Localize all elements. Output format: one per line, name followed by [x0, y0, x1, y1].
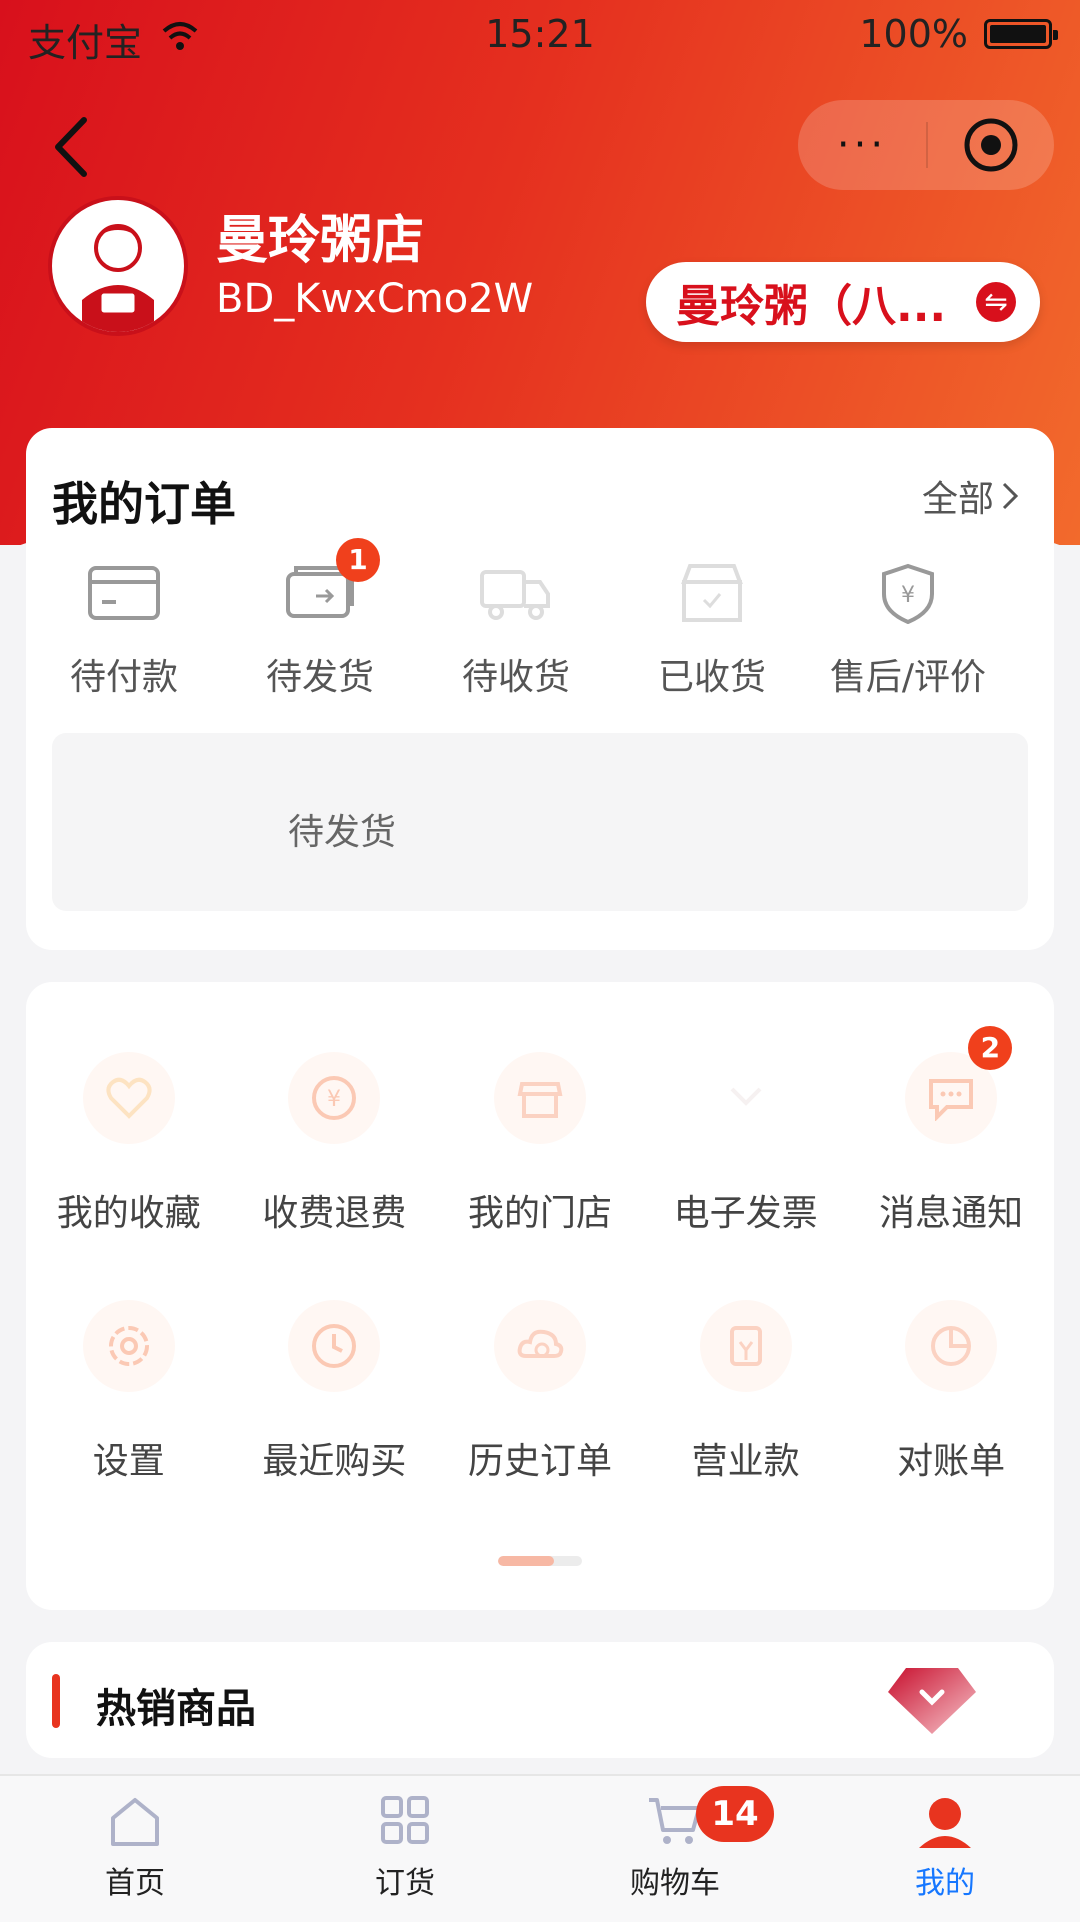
miniapp-capsule: ··· — [798, 100, 1054, 190]
heart-icon — [82, 1052, 175, 1144]
pending-shipment-text: 待发货 — [288, 812, 397, 853]
shop-name: 曼玲粥店 — [216, 211, 425, 271]
tab-label: 我的 — [915, 1866, 975, 1901]
service-notifications[interactable]: 2 消息通知 — [848, 1026, 1054, 1300]
hot-products-title: 热销商品 — [96, 1686, 256, 1732]
order-status-label: 已收货 — [657, 657, 766, 698]
shield-yen-icon: ¥ — [868, 558, 948, 628]
service-statement[interactable]: 对账单 — [848, 1300, 1054, 1548]
orders-title: 我的订单 — [52, 477, 236, 531]
service-label: 对账单 — [897, 1441, 1006, 1482]
truck-icon — [476, 558, 556, 628]
tab-label: 订货 — [375, 1866, 435, 1901]
tab-mine[interactable]: 我的 — [810, 1776, 1080, 1922]
order-status-pending-payment[interactable]: 待付款 — [26, 558, 222, 700]
record-icon — [964, 118, 1018, 172]
service-order-history[interactable]: 历史订单 — [437, 1300, 643, 1548]
service-label: 最近购买 — [262, 1441, 407, 1482]
avatar[interactable] — [48, 196, 188, 336]
more-button[interactable]: ··· — [798, 110, 926, 180]
battery-icon — [984, 19, 1058, 49]
grid-icon — [381, 1796, 429, 1844]
order-status-pending-shipment[interactable]: 1 待发货 — [222, 538, 418, 700]
chevron-left-icon — [55, 117, 87, 177]
wallet-card-icon — [84, 558, 164, 628]
pending-shipment-badge: 1 — [336, 538, 380, 582]
service-label: 设置 — [92, 1441, 165, 1482]
store-icon — [493, 1052, 586, 1144]
tab-label: 购物车 — [630, 1866, 720, 1901]
order-status-pending-receipt[interactable]: 待收货 — [418, 558, 614, 700]
cart-count-badge: 14 — [696, 1786, 774, 1842]
received-box-icon — [672, 558, 752, 628]
chevron-right-icon — [1002, 482, 1019, 510]
invoice-icon — [699, 1052, 792, 1144]
order-status-after-sales[interactable]: ¥ 售后/评价 — [810, 558, 1006, 700]
service-label: 历史订单 — [467, 1441, 612, 1482]
service-recent-purchases[interactable]: 最近购买 — [232, 1300, 438, 1548]
service-label: 电子发票 — [673, 1193, 818, 1234]
back-button[interactable] — [48, 112, 96, 182]
order-status-label: 待发货 — [265, 657, 374, 698]
section-accent-bar — [52, 1674, 60, 1728]
order-status-label: 待付款 — [69, 657, 178, 698]
pie-chart-icon — [905, 1300, 998, 1392]
settings-icon — [82, 1300, 175, 1392]
user-icon — [919, 1798, 971, 1848]
services-grid: 我的收藏 ¥ 收费退费 我的门店 电子发票 2 消息通知 设置 最近购买 历史订… — [26, 1026, 1054, 1548]
all-orders-link[interactable]: 全部 — [922, 470, 1020, 522]
services-row: 设置 最近购买 历史订单 营业款 对账单 — [26, 1300, 1054, 1548]
history-cloud-icon — [493, 1300, 586, 1392]
order-status-label: 售后/评价 — [829, 657, 987, 698]
tab-order-goods[interactable]: 订货 — [270, 1776, 540, 1922]
service-favorites[interactable]: 我的收藏 — [26, 1052, 232, 1300]
services-card: 我的收藏 ¥ 收费退费 我的门店 电子发票 2 消息通知 设置 最近购买 历史订… — [26, 982, 1054, 1610]
service-revenue[interactable]: 营业款 — [643, 1300, 849, 1548]
cart-icon — [649, 1798, 701, 1844]
services-page-indicator[interactable] — [498, 1556, 582, 1566]
service-label: 我的收藏 — [56, 1193, 201, 1234]
all-orders-label: 全部 — [921, 479, 994, 520]
service-fees-refunds[interactable]: ¥ 收费退费 — [232, 1052, 438, 1300]
order-status-received[interactable]: 已收货 — [614, 558, 810, 700]
shop-id: BD_KwxCmo2W — [216, 276, 534, 322]
yen-refresh-icon: ¥ — [288, 1052, 381, 1144]
store-switch-label: 曼玲粥（八... — [676, 281, 947, 332]
service-my-store[interactable]: 我的门店 — [437, 1052, 643, 1300]
tab-label: 首页 — [105, 1866, 165, 1901]
svg-text:¥: ¥ — [327, 1087, 341, 1112]
close-miniapp-button[interactable] — [928, 117, 1054, 173]
tab-cart[interactable]: 14 购物车 — [540, 1776, 810, 1922]
hot-products-card: 热销商品 — [26, 1642, 1054, 1758]
store-switch-button[interactable]: 曼玲粥（八... ⇋ — [646, 262, 1040, 342]
service-label: 收费退费 — [262, 1193, 407, 1234]
pending-shipment-panel[interactable]: 待发货 — [52, 733, 1028, 911]
status-bar: 支付宝 15:21 100% — [0, 0, 1080, 70]
home-icon — [111, 1798, 159, 1846]
service-label: 营业款 — [691, 1441, 800, 1482]
svg-text:¥: ¥ — [901, 583, 915, 608]
services-row: 我的收藏 ¥ 收费退费 我的门店 电子发票 2 消息通知 — [26, 1026, 1054, 1300]
order-status-label: 待收货 — [461, 657, 570, 698]
bottom-tab-bar: 首页 订货 14 购物车 我的 — [0, 1774, 1080, 1922]
service-label: 消息通知 — [879, 1193, 1024, 1234]
revenue-icon — [699, 1300, 792, 1392]
expand-diamond-icon[interactable] — [886, 1662, 978, 1738]
service-settings[interactable]: 设置 — [26, 1300, 232, 1548]
service-e-invoice[interactable]: 电子发票 — [643, 1052, 849, 1300]
shop-logo-icon — [82, 224, 154, 332]
battery-percent: 100% — [859, 12, 968, 56]
orders-card: 我的订单 全部 待付款 1 待发货 待收货 已收货 ¥ 售后/评价 待发货 — [26, 428, 1054, 950]
clock-icon — [288, 1300, 381, 1392]
notification-badge: 2 — [968, 1026, 1013, 1070]
service-label: 我的门店 — [467, 1193, 612, 1234]
order-status-row: 待付款 1 待发货 待收货 已收货 ¥ 售后/评价 — [26, 538, 1054, 700]
swap-icon: ⇋ — [976, 282, 1016, 322]
tab-home[interactable]: 首页 — [0, 1776, 270, 1922]
